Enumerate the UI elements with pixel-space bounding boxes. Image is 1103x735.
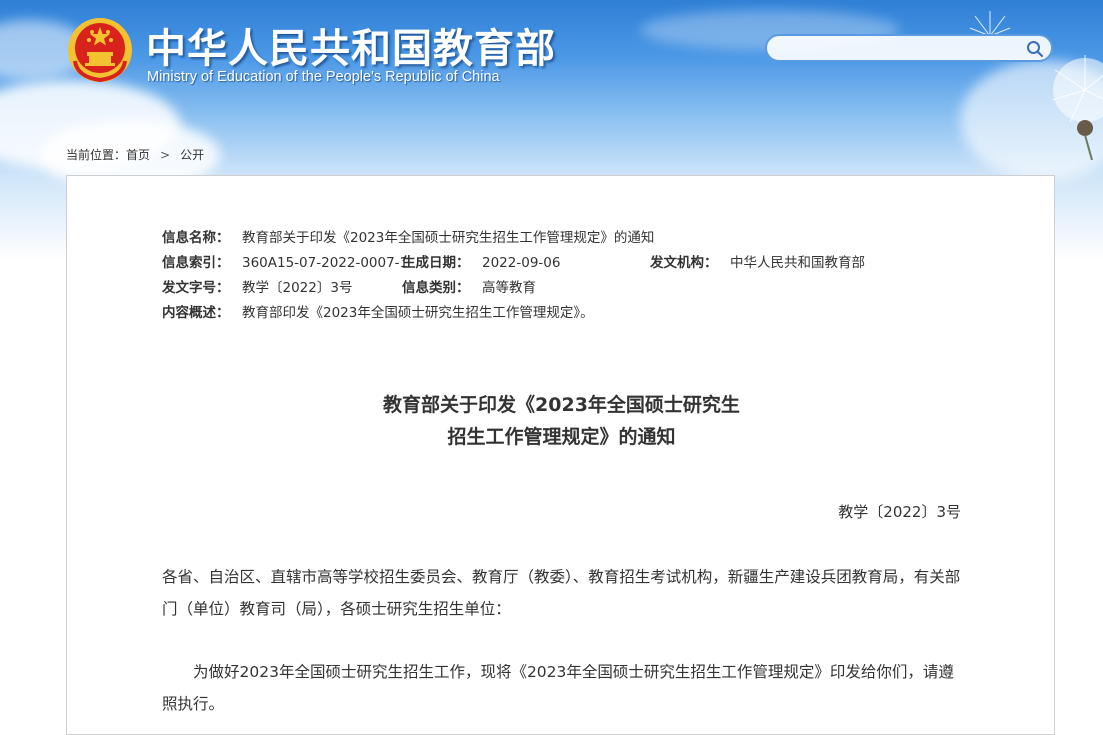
docno-label: 发文字号： [162, 280, 230, 296]
document-number: 教学〔2022〕3号 [838, 503, 961, 521]
summary-label: 内容概述： [162, 305, 230, 321]
breadcrumb: 当前位置：首页 > 公开 [66, 146, 204, 163]
breadcrumb-separator: > [160, 148, 171, 162]
document-title: 教育部关于印发《2023年全国硕士研究生 招生工作管理规定》的通知 [67, 389, 1056, 453]
index-value: 360A15-07-2022-0007-1 [242, 255, 409, 271]
document-title-line1: 教育部关于印发《2023年全国硕士研究生 [383, 394, 740, 416]
breadcrumb-home-link[interactable]: 首页 [126, 148, 150, 162]
site-title: 中华人民共和国教育部 [146, 25, 556, 72]
summary-value: 教育部印发《2023年全国硕士研究生招生工作管理规定》。 [242, 305, 594, 321]
national-emblem-icon [68, 18, 132, 83]
document-title-line2: 招生工作管理规定》的通知 [447, 426, 676, 448]
index-label: 信息索引： [162, 255, 230, 271]
category-value: 高等教育 [482, 280, 536, 296]
content-panel: 信息名称： 教育部关于印发《2023年全国硕士研究生招生工作管理规定》的通知 信… [66, 175, 1055, 735]
search-box [765, 34, 1053, 62]
breadcrumb-current-link[interactable]: 公开 [180, 148, 204, 162]
issuer-label: 发文机构： [650, 255, 718, 271]
document-paragraph-body: 为做好2023年全国硕士研究生招生工作，现将《2023年全国硕士研究生招生工作管… [162, 663, 954, 713]
dandelion-decoration [1051, 55, 1103, 160]
category-label: 信息类别： [402, 280, 470, 296]
document-paragraph-addressees: 各省、自治区、直辖市高等学校招生委员会、教育厅（教委）、教育招生考试机构，新疆生… [162, 568, 961, 618]
issuer-value: 中华人民共和国教育部 [730, 255, 865, 271]
search-input[interactable] [777, 39, 1021, 59]
date-value: 2022-09-06 [482, 255, 561, 271]
search-icon[interactable] [1025, 39, 1045, 59]
site-subtitle: Ministry of Education of the People's Re… [147, 69, 500, 85]
breadcrumb-prefix: 当前位置： [66, 148, 127, 162]
date-label: 生成日期： [402, 255, 470, 271]
name-value: 教育部关于印发《2023年全国硕士研究生招生工作管理规定》的通知 [242, 230, 655, 246]
docno-value: 教学〔2022〕3号 [242, 280, 353, 296]
name-label: 信息名称： [162, 230, 230, 246]
